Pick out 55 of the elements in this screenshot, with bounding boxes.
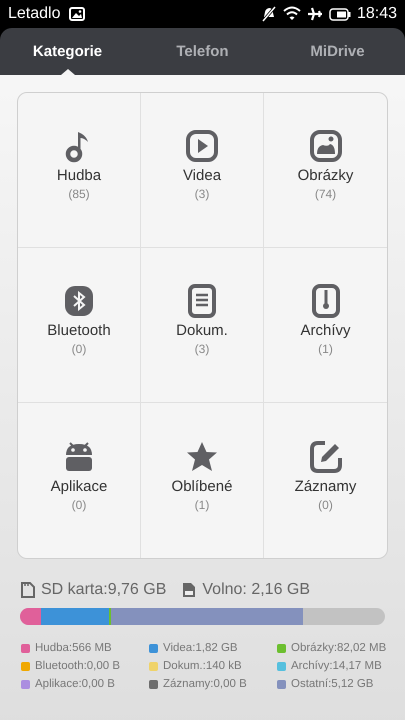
edit-icon <box>308 440 342 474</box>
category-count: (0) <box>72 342 86 356</box>
carrier-name: Letadlo <box>8 5 60 23</box>
clock: 18:43 <box>356 5 397 23</box>
category-tile[interactable]: Hudba (85) <box>18 93 141 248</box>
legend-label: Bluetooth:0,00 B <box>35 660 120 672</box>
legend-label: Obrázky:82,02 MB <box>291 642 386 654</box>
category-label: Dokum. <box>176 322 228 339</box>
category-tile[interactable]: Obrázky (74) <box>264 93 387 248</box>
category-tile[interactable]: Bluetooth (0) <box>18 248 141 403</box>
legend-label: Dokum.:140 kB <box>163 660 242 672</box>
category-count: (0) <box>318 498 333 512</box>
star-icon <box>185 440 219 474</box>
category-count: (1) <box>194 498 210 512</box>
image-icon <box>308 129 342 163</box>
image-notification-icon <box>68 7 84 21</box>
category-count: (74) <box>314 187 336 201</box>
category-count: (1) <box>318 342 333 356</box>
airplane-icon <box>306 6 323 22</box>
sd-card-icon <box>21 582 35 598</box>
legend-label: Záznamy:0,00 B <box>163 678 247 690</box>
legend-label: Archívy:14,17 MB <box>291 660 382 672</box>
battery-icon <box>328 8 351 20</box>
category-count: (0) <box>72 498 86 512</box>
legend-label: Videa:1,82 GB <box>163 642 238 654</box>
category-label: Aplikace <box>50 478 108 494</box>
legend-label: Ostatní:5,12 GB <box>291 678 374 690</box>
document-icon <box>185 284 219 318</box>
category-tile[interactable]: Archívy (1) <box>264 248 387 403</box>
category-count: (85) <box>68 187 90 201</box>
category-tile[interactable]: Aplikace (0) <box>18 403 141 558</box>
category-tile[interactable]: Dokum. (3) <box>141 248 264 403</box>
category-count: (3) <box>194 187 210 201</box>
legend-label: Aplikace:0,00 B <box>35 678 115 690</box>
category-label: Hudba <box>56 167 102 184</box>
legend-label: Hudba:566 MB <box>35 642 112 654</box>
bluetooth-icon <box>62 284 96 318</box>
sd-card-icon <box>182 582 196 598</box>
tab[interactable]: Telefon <box>135 28 270 75</box>
category-count: (3) <box>194 342 210 356</box>
storage-free: Volno: 2,16 GB <box>202 581 310 599</box>
muted-icon <box>260 6 277 22</box>
category-label: Videa <box>182 167 222 184</box>
wifi-icon <box>282 6 301 22</box>
tab[interactable]: MiDrive <box>270 28 405 75</box>
category-label: Archívy <box>300 322 350 339</box>
category-label: Bluetooth <box>47 322 111 339</box>
category-tile[interactable]: Oblíbené (1) <box>141 403 264 558</box>
category-tile[interactable]: Záznamy (0) <box>264 403 387 558</box>
storage-total: SD karta:9,76 GB <box>41 581 166 599</box>
play-icon <box>185 129 219 163</box>
category-label: Záznamy <box>294 478 356 494</box>
category-label: Obrázky <box>298 167 354 184</box>
category-label: Oblíbené <box>172 478 232 494</box>
category-tile[interactable]: Videa (3) <box>141 93 264 248</box>
